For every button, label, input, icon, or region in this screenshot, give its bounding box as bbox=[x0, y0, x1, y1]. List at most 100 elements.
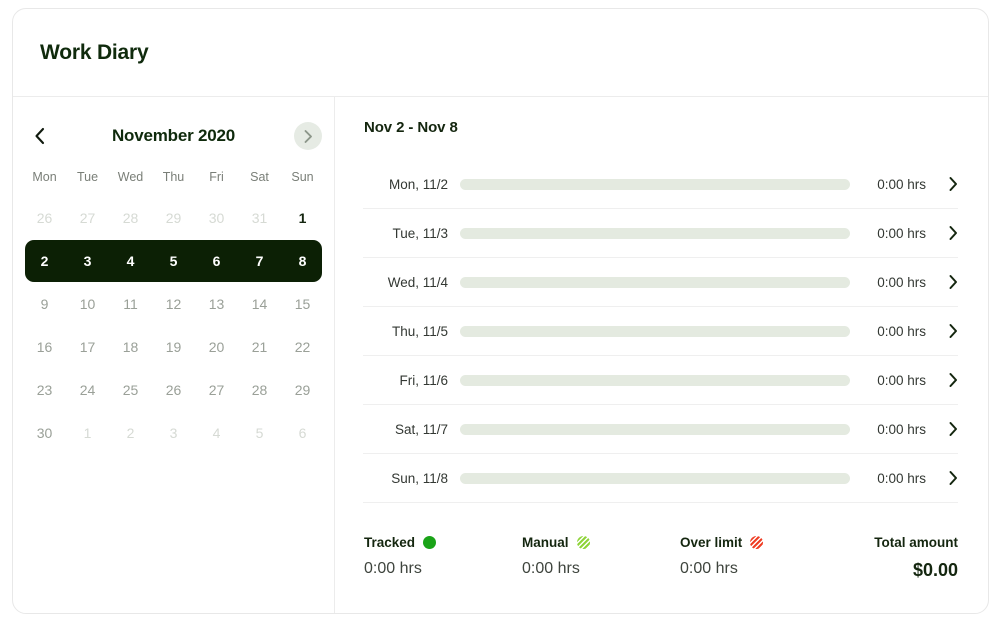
calendar-day-cell[interactable]: 11 bbox=[109, 283, 152, 326]
calendar-day-cell[interactable]: 30 bbox=[23, 412, 66, 455]
day-row[interactable]: Tue, 11/30:00 hrs bbox=[363, 209, 958, 258]
calendar-day-cell[interactable]: 2 bbox=[23, 240, 66, 283]
calendar-day-cell[interactable]: 28 bbox=[238, 369, 281, 412]
calendar-day-cell[interactable]: 12 bbox=[152, 283, 195, 326]
calendar-day-cell[interactable]: 9 bbox=[23, 283, 66, 326]
calendar-day-cell[interactable]: 5 bbox=[238, 412, 281, 455]
chevron-right-icon bbox=[303, 129, 313, 144]
calendar-day-cell[interactable]: 28 bbox=[109, 197, 152, 240]
calendar-weekday-mon: Mon bbox=[23, 163, 66, 191]
calendar-day-cell[interactable]: 13 bbox=[195, 283, 238, 326]
day-bar-track bbox=[460, 473, 864, 484]
over-limit-legend-dot-icon bbox=[750, 536, 763, 549]
day-row[interactable]: Mon, 11/20:00 hrs bbox=[363, 160, 958, 209]
calendar-day-cell[interactable]: 23 bbox=[23, 369, 66, 412]
day-row[interactable]: Thu, 11/50:00 hrs bbox=[363, 307, 958, 356]
calendar-week-row[interactable]: 16171819202122 bbox=[23, 326, 324, 369]
summary-tracked-head: Tracked bbox=[364, 535, 522, 550]
calendar-day-cell[interactable]: 21 bbox=[238, 326, 281, 369]
calendar-day-cell[interactable]: 25 bbox=[109, 369, 152, 412]
calendar-panel: November 2020 MonTueWedThuFriSatSun 2627… bbox=[13, 97, 335, 614]
calendar-day-cell[interactable]: 24 bbox=[66, 369, 109, 412]
calendar-day-cell[interactable]: 3 bbox=[152, 412, 195, 455]
calendar-day-cell[interactable]: 30 bbox=[195, 197, 238, 240]
next-month-button[interactable] bbox=[294, 122, 322, 150]
calendar-day-cell[interactable]: 15 bbox=[281, 283, 324, 326]
calendar-week-row[interactable]: 9101112131415 bbox=[23, 283, 324, 326]
calendar-day-cell[interactable]: 4 bbox=[195, 412, 238, 455]
day-detail-button[interactable] bbox=[926, 176, 958, 192]
day-bar-fill bbox=[460, 179, 850, 190]
day-row[interactable]: Sat, 11/70:00 hrs bbox=[363, 405, 958, 454]
summary-manual: Manual 0:00 hrs bbox=[522, 535, 680, 578]
summary-manual-value: 0:00 hrs bbox=[522, 560, 680, 578]
calendar-weekday-tue: Tue bbox=[66, 163, 109, 191]
calendar-day-cell[interactable]: 17 bbox=[66, 326, 109, 369]
day-detail-button[interactable] bbox=[926, 372, 958, 388]
day-bar-fill bbox=[460, 473, 850, 484]
calendar-day-cell[interactable]: 26 bbox=[152, 369, 195, 412]
summary-manual-head: Manual bbox=[522, 535, 680, 550]
day-bar-fill bbox=[460, 228, 850, 239]
calendar-day-cell[interactable]: 6 bbox=[281, 412, 324, 455]
calendar-day-cell[interactable]: 1 bbox=[281, 197, 324, 240]
calendar-day-cell[interactable]: 5 bbox=[152, 240, 195, 283]
summary-manual-label: Manual bbox=[522, 535, 569, 550]
calendar-day-cell[interactable]: 8 bbox=[281, 240, 324, 283]
calendar-weekday-fri: Fri bbox=[195, 163, 238, 191]
calendar-day-cell[interactable]: 20 bbox=[195, 326, 238, 369]
day-row[interactable]: Sun, 11/80:00 hrs bbox=[363, 454, 958, 503]
calendar-day-cell[interactable]: 3 bbox=[66, 240, 109, 283]
day-hours: 0:00 hrs bbox=[864, 471, 926, 486]
day-label: Wed, 11/4 bbox=[363, 275, 460, 290]
calendar-day-cell[interactable]: 1 bbox=[66, 412, 109, 455]
summary-over-limit-head: Over limit bbox=[680, 535, 838, 550]
chevron-right-icon bbox=[948, 176, 958, 192]
chevron-right-icon bbox=[948, 421, 958, 437]
summary-tracked-label: Tracked bbox=[364, 535, 415, 550]
day-bar-fill bbox=[460, 326, 850, 337]
chevron-right-icon bbox=[948, 274, 958, 290]
calendar-day-cell[interactable]: 10 bbox=[66, 283, 109, 326]
day-row[interactable]: Fri, 11/60:00 hrs bbox=[363, 356, 958, 405]
day-detail-button[interactable] bbox=[926, 421, 958, 437]
day-detail-button[interactable] bbox=[926, 274, 958, 290]
calendar-week-row[interactable]: 2627282930311 bbox=[23, 197, 324, 240]
day-bar-track bbox=[460, 179, 864, 190]
day-detail-button[interactable] bbox=[926, 470, 958, 486]
summary-bar: Tracked 0:00 hrs Manual 0:00 hrs Over li… bbox=[363, 535, 958, 581]
summary-over-limit-label: Over limit bbox=[680, 535, 742, 550]
day-label: Fri, 11/6 bbox=[363, 373, 460, 388]
day-bar-track bbox=[460, 375, 864, 386]
day-label: Thu, 11/5 bbox=[363, 324, 460, 339]
prev-month-button[interactable] bbox=[25, 122, 53, 150]
day-bar-track bbox=[460, 326, 864, 337]
day-detail-button[interactable] bbox=[926, 225, 958, 241]
day-row[interactable]: Wed, 11/40:00 hrs bbox=[363, 258, 958, 307]
calendar-day-cell[interactable]: 7 bbox=[238, 240, 281, 283]
calendar-day-cell[interactable]: 31 bbox=[238, 197, 281, 240]
calendar-day-cell[interactable]: 29 bbox=[152, 197, 195, 240]
week-range-title: Nov 2 - Nov 8 bbox=[363, 119, 958, 136]
calendar-day-cell[interactable]: 22 bbox=[281, 326, 324, 369]
calendar-week-row-selected[interactable]: 2345678 bbox=[23, 240, 324, 283]
calendar-day-cell[interactable]: 29 bbox=[281, 369, 324, 412]
card-header: Work Diary bbox=[13, 9, 988, 97]
day-bar-fill bbox=[460, 277, 850, 288]
day-detail-button[interactable] bbox=[926, 323, 958, 339]
calendar-day-cell[interactable]: 18 bbox=[109, 326, 152, 369]
calendar-day-cell[interactable]: 26 bbox=[23, 197, 66, 240]
calendar-day-cell[interactable]: 4 bbox=[109, 240, 152, 283]
calendar-week-row[interactable]: 23242526272829 bbox=[23, 369, 324, 412]
calendar-day-cell[interactable]: 19 bbox=[152, 326, 195, 369]
calendar-day-cell[interactable]: 16 bbox=[23, 326, 66, 369]
calendar-day-cell[interactable]: 2 bbox=[109, 412, 152, 455]
calendar-day-cell[interactable]: 6 bbox=[195, 240, 238, 283]
day-bar-fill bbox=[460, 424, 850, 435]
calendar-day-cell[interactable]: 14 bbox=[238, 283, 281, 326]
summary-tracked-value: 0:00 hrs bbox=[364, 560, 522, 578]
day-bar-fill bbox=[460, 375, 850, 386]
calendar-day-cell[interactable]: 27 bbox=[66, 197, 109, 240]
calendar-week-row[interactable]: 30123456 bbox=[23, 412, 324, 455]
calendar-day-cell[interactable]: 27 bbox=[195, 369, 238, 412]
